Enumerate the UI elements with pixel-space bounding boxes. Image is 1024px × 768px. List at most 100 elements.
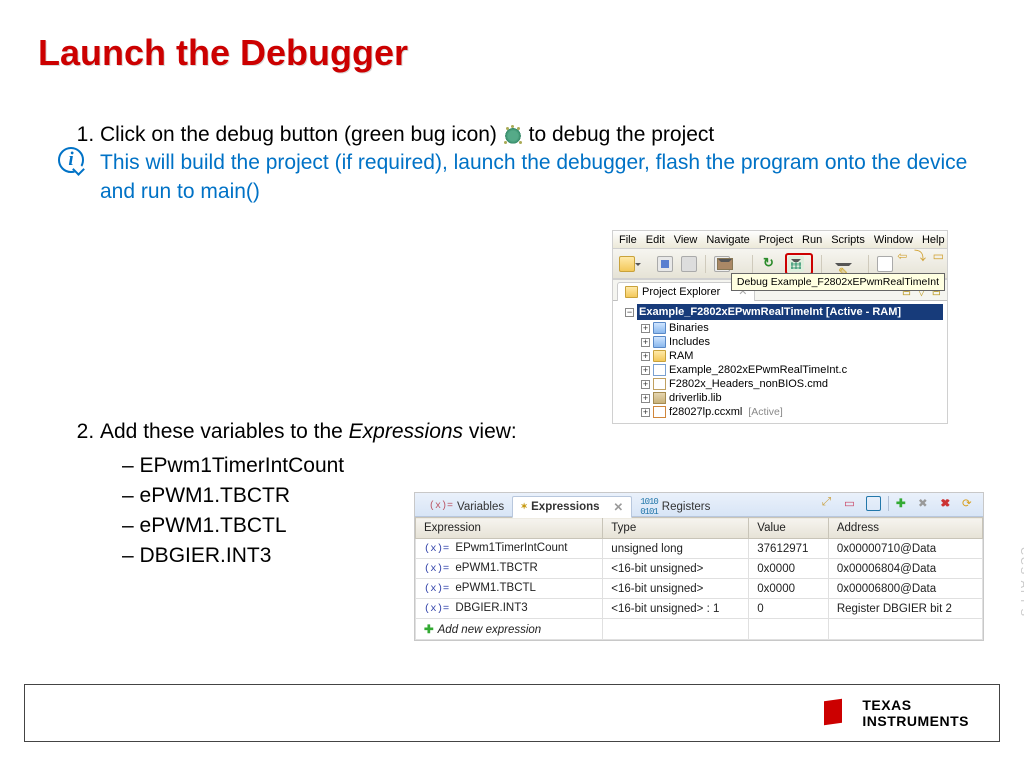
menu-item[interactable]: Run xyxy=(802,234,822,246)
table-row[interactable]: (x)= ePWM1.TBCTL<16-bit unsigned>0x00000… xyxy=(416,579,983,599)
removeall-icon[interactable] xyxy=(940,496,955,511)
step1-info: This will build the project (if required… xyxy=(100,151,967,202)
tree-label: driverlib.lib xyxy=(669,392,722,404)
step1-text-a: Click on the debug button (green bug ico… xyxy=(100,123,503,146)
expand-icon[interactable]: + xyxy=(641,366,650,375)
debug-tooltip: Debug Example_F2802xEPwmRealTimeInt xyxy=(731,273,945,291)
new-icon[interactable] xyxy=(619,256,635,272)
menu-item[interactable]: Window xyxy=(874,234,913,246)
table-row[interactable]: (x)= EPwm1TimerIntCountunsigned long3761… xyxy=(416,539,983,559)
ti-logo-icon xyxy=(814,694,854,732)
tree-label: RAM xyxy=(669,350,693,362)
expand-icon[interactable]: + xyxy=(641,352,650,361)
menu-item[interactable]: Edit xyxy=(646,234,665,246)
debug-icon[interactable] xyxy=(788,256,804,272)
brand-text: TEXAS xyxy=(862,697,969,713)
brand-text: INSTRUMENTS xyxy=(862,713,969,729)
step2-text-a: Add these variables to the xyxy=(100,420,349,443)
variables-icon: (x)= xyxy=(429,501,453,512)
tool-icon[interactable] xyxy=(844,496,859,511)
edit-icon[interactable] xyxy=(830,256,846,272)
info-icon: i xyxy=(58,147,84,173)
remove-icon[interactable] xyxy=(918,496,933,511)
tool-icon[interactable] xyxy=(866,496,881,511)
col-header[interactable]: Value xyxy=(749,518,829,539)
expand-icon[interactable]: + xyxy=(641,324,650,333)
debug-view-tabs: (x)=Variables ✶Expressions✕ 10100101Regi… xyxy=(415,493,983,517)
add-expression-row[interactable]: ✚Add new expression xyxy=(416,619,983,640)
tree-node[interactable]: + driverlib.lib xyxy=(617,391,943,405)
refresh-icon[interactable] xyxy=(761,256,777,272)
saveall-icon[interactable] xyxy=(681,256,697,272)
folder-icon xyxy=(625,286,638,298)
menu-item[interactable]: File xyxy=(619,234,637,246)
file-icon xyxy=(653,322,666,334)
expressions-table: Expression Type Value Address (x)= EPwm1… xyxy=(415,517,983,640)
file-icon xyxy=(653,364,666,376)
tab-expressions[interactable]: ✶Expressions✕ xyxy=(512,496,632,518)
menu-item[interactable]: View xyxy=(674,234,698,246)
refresh-icon[interactable] xyxy=(962,496,977,511)
footer: TEXAS INSTRUMENTS xyxy=(24,684,1000,742)
col-header[interactable]: Expression xyxy=(416,518,603,539)
tab-label: Expressions xyxy=(531,501,599,513)
var-icon: (x)= xyxy=(424,603,449,615)
close-icon[interactable]: ✕ xyxy=(614,500,624,514)
tree-label: Includes xyxy=(669,336,710,348)
debug-button-highlight xyxy=(785,253,813,275)
menu-item[interactable]: Help xyxy=(922,234,945,246)
toggle-icon[interactable] xyxy=(877,256,893,272)
toolbar: Debug Example_F2802xEPwmRealTimeInt ⇦ ⤵ … xyxy=(613,249,947,279)
add-icon[interactable] xyxy=(896,496,911,511)
col-header[interactable]: Type xyxy=(603,518,749,539)
col-header[interactable]: Address xyxy=(828,518,982,539)
menu-item[interactable]: Scripts xyxy=(831,234,865,246)
watermark: CCS APPS xyxy=(1018,547,1024,618)
tool-icon[interactable] xyxy=(822,496,837,511)
tree-root[interactable]: − Example_F2802xEPwmRealTimeInt [Active … xyxy=(617,303,943,321)
expand-icon[interactable]: + xyxy=(641,338,650,347)
table-row[interactable]: (x)= ePWM1.TBCTR<16-bit unsigned>0x00000… xyxy=(416,559,983,579)
tab-label: Variables xyxy=(457,501,504,513)
separator xyxy=(868,255,869,273)
save-icon[interactable] xyxy=(657,256,673,272)
project-tree: − Example_F2802xEPwmRealTimeInt [Active … xyxy=(613,301,947,423)
step1-text-b: to debug the project xyxy=(529,123,715,146)
project-node-selected[interactable]: Example_F2802xEPwmRealTimeInt [Active - … xyxy=(637,304,943,320)
menu-item[interactable]: Project xyxy=(759,234,793,246)
file-icon xyxy=(653,392,666,404)
tree-node[interactable]: + Binaries xyxy=(617,321,943,335)
tree-node[interactable]: + Includes xyxy=(617,335,943,349)
tree-node[interactable]: +Example_2802xEPwmRealTimeInt.c xyxy=(617,363,943,377)
separator xyxy=(752,255,753,273)
tree-label: F2802x_Headers_nonBIOS.cmd xyxy=(669,378,828,390)
bug-icon xyxy=(503,126,523,144)
var-icon: (x)= xyxy=(424,543,449,555)
tree-label: Binaries xyxy=(669,322,709,334)
tab-label: Project Explorer xyxy=(642,286,720,298)
ccs-ide-screenshot: File Edit View Navigate Project Run Scri… xyxy=(612,230,948,424)
separator xyxy=(821,255,822,273)
step-1: Click on the debug button (green bug ico… xyxy=(100,120,1000,206)
table-row[interactable]: (x)= DBGIER.INT3<16-bit unsigned> : 10Re… xyxy=(416,599,983,619)
file-icon xyxy=(653,336,666,348)
tree-node[interactable]: + RAM xyxy=(617,349,943,363)
ti-logo: TEXAS INSTRUMENTS xyxy=(814,694,969,732)
file-icon xyxy=(653,350,666,362)
build-icon[interactable] xyxy=(714,256,730,272)
expand-icon[interactable]: + xyxy=(641,380,650,389)
file-icon xyxy=(653,406,666,418)
add-icon: ✚ xyxy=(424,624,434,636)
tree-label: f28027lp.ccxml xyxy=(669,406,742,418)
tree-node[interactable]: + f28027lp.ccxml [Active] xyxy=(617,405,943,419)
tab-variables[interactable]: (x)= Variables xyxy=(421,498,512,516)
collapse-icon[interactable]: − xyxy=(625,308,634,317)
separator xyxy=(888,496,889,511)
expand-icon[interactable]: + xyxy=(641,394,650,403)
menu-item[interactable]: Navigate xyxy=(706,234,749,246)
active-label: [Active] xyxy=(748,406,782,418)
tab-registers[interactable]: 10100101Registers xyxy=(632,494,718,520)
file-icon xyxy=(653,378,666,390)
expand-icon[interactable]: + xyxy=(641,408,650,417)
tree-node[interactable]: + F2802x_Headers_nonBIOS.cmd xyxy=(617,377,943,391)
